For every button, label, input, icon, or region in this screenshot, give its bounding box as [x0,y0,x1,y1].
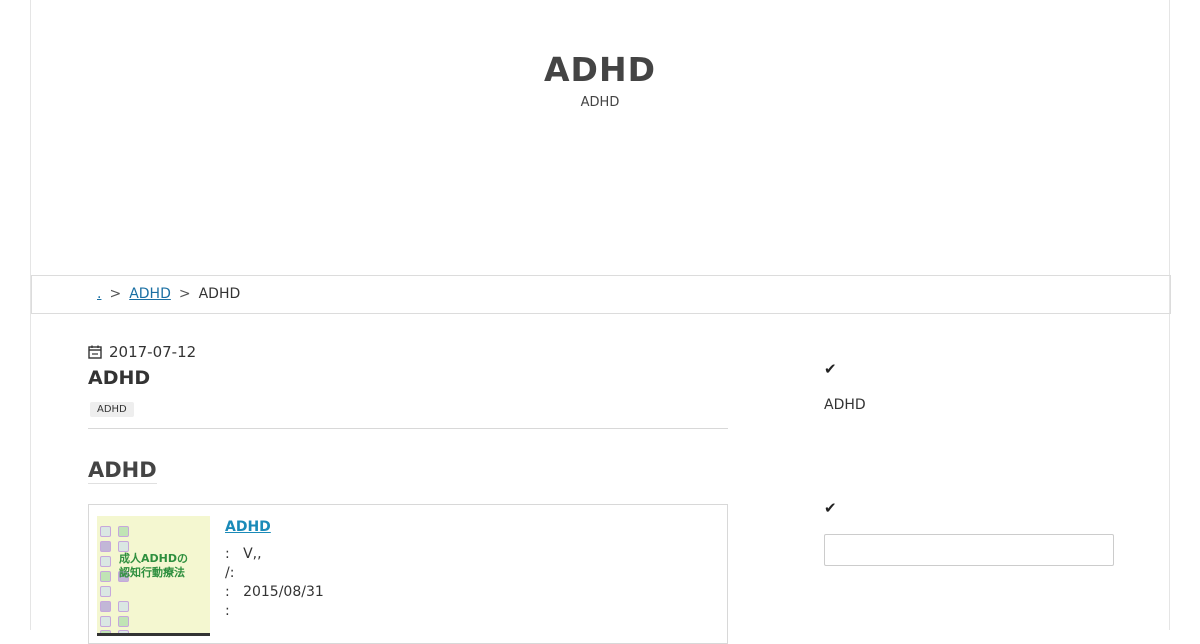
breadcrumb: . > ADHD > ADHD [31,275,1171,314]
breadcrumb-separator: > [109,286,122,302]
divider [88,428,728,429]
book-meta-line: : V,, [225,546,262,562]
book-meta-line: : [225,603,230,619]
search-input[interactable] [824,534,1114,566]
site-header: ADHD ADHD [31,0,1169,276]
article-title: ADHD [88,367,151,389]
book-cover-image[interactable]: 成人ADHDの 認知行動療法 [97,516,210,636]
breadcrumb-category-link[interactable]: ADHD [129,286,171,302]
book-title-link[interactable]: ADHD [225,519,271,535]
book-card: 成人ADHDの 認知行動療法 ADHD : V,, /: : 2015/08/3… [88,504,728,644]
breadcrumb-current: ADHD [198,286,241,302]
site-description: ADHD [580,95,620,110]
check-icon: ✔ [824,360,837,378]
cover-title: 成人ADHDの 認知行動療法 [119,552,188,579]
breadcrumb-home-link[interactable]: . [97,286,101,302]
sidebar-widget-text: ADHD [824,397,866,413]
page-container: ADHD ADHD . > ADHD > ADHD 2017-07-12 ADHD AD… [30,0,1171,644]
check-icon: ✔ [824,499,837,517]
site-title[interactable]: ADHD [31,50,1169,89]
section-heading: ADHD [88,458,157,484]
post-date-text: 2017-07-12 [109,343,197,361]
breadcrumb-separator: > [178,286,191,302]
book-meta-line: /: [225,565,235,581]
book-meta-line: : 2015/08/31 [225,584,324,600]
post-date: 2017-07-12 [88,343,196,361]
category-tag[interactable]: ADHD [90,402,134,417]
calendar-icon [88,345,102,359]
